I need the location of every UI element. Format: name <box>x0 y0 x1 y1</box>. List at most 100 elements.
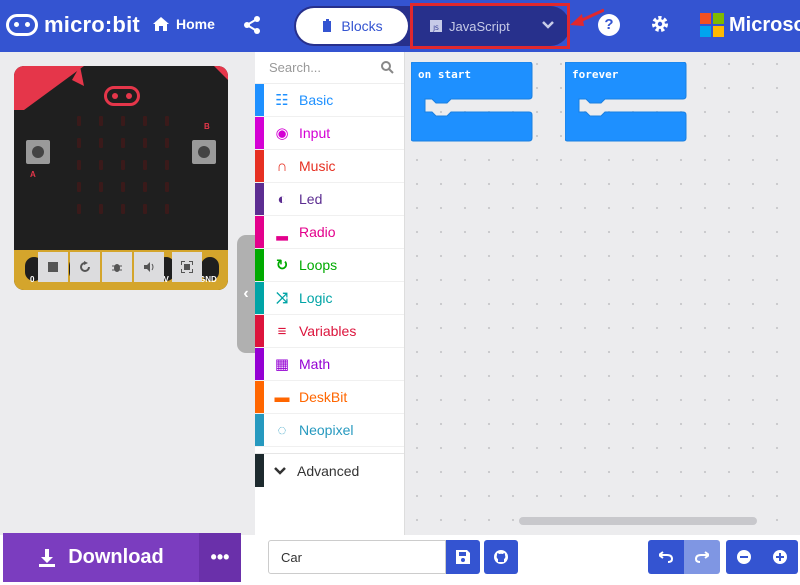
home-label: Home <box>176 16 215 32</box>
gear-icon[interactable] <box>650 14 670 34</box>
blocks-workspace[interactable]: on start forever <box>405 52 800 535</box>
speaker-icon <box>144 262 154 272</box>
category-label: Logic <box>299 290 333 306</box>
microbit-logo[interactable]: micro:bit <box>6 12 140 38</box>
button-a-label: A <box>30 170 36 179</box>
category-deskbit[interactable]: ▬ DeskBit <box>255 381 404 414</box>
led <box>143 182 147 192</box>
restart-icon <box>80 261 90 272</box>
category-color-bar <box>255 315 264 347</box>
grid-icon: ☷ <box>275 92 289 109</box>
category-music[interactable]: ∩ Music <box>255 150 404 183</box>
led <box>143 116 147 126</box>
microsoft-text: Microsoft <box>729 13 800 36</box>
category-input[interactable]: ◉ Input <box>255 117 404 150</box>
button-a[interactable] <box>26 140 50 164</box>
shuffle-icon: ⤨ <box>275 289 288 307</box>
led <box>121 116 125 126</box>
category-label: Neopixel <box>299 422 354 438</box>
category-variables[interactable]: ≡ Variables <box>255 315 404 348</box>
collapse-simulator-button[interactable]: ‹ <box>237 235 255 353</box>
debug-button[interactable] <box>102 252 132 282</box>
led <box>121 138 125 148</box>
category-color-bar <box>255 183 264 215</box>
home-button[interactable]: Home <box>152 16 215 32</box>
zoom-in-button[interactable] <box>762 540 798 574</box>
undo-icon <box>659 551 673 563</box>
restart-button[interactable] <box>70 252 100 282</box>
category-loops[interactable]: ↻ Loops <box>255 249 404 282</box>
logo-text: micro:bit <box>44 12 140 37</box>
led <box>77 116 81 126</box>
category-color-bar <box>255 249 264 281</box>
redo-icon <box>695 551 709 563</box>
led <box>143 204 147 214</box>
led <box>165 160 169 170</box>
category-radio[interactable]: ▂ Radio <box>255 216 404 249</box>
highlight-box <box>410 3 570 49</box>
toolbox-search[interactable]: Search... <box>255 52 404 84</box>
led <box>121 182 125 192</box>
fullscreen-icon <box>181 261 193 273</box>
category-color-bar <box>255 381 264 413</box>
bug-icon <box>112 264 122 272</box>
category-color-bar <box>255 454 264 487</box>
category-label: Input <box>299 125 331 141</box>
list-icon: ≡ <box>277 322 287 340</box>
dotted-circle-icon: ◌ <box>277 421 287 439</box>
button-b[interactable] <box>192 140 216 164</box>
stop-icon <box>48 262 58 272</box>
led <box>143 138 147 148</box>
category-neopixel[interactable]: ◌ Neopixel <box>255 414 404 447</box>
category-label: Loops <box>299 257 338 273</box>
search-input[interactable]: Search... <box>269 60 321 75</box>
blocks-tab[interactable]: Blocks <box>296 8 408 44</box>
mute-button[interactable] <box>134 252 164 282</box>
category-led[interactable]: ◐ Led <box>255 183 404 216</box>
stop-button[interactable] <box>38 252 68 282</box>
category-logic[interactable]: ⤨ Logic <box>255 282 404 315</box>
category-label: Basic <box>299 92 334 108</box>
category-label: Variables <box>299 323 357 339</box>
microsoft-logo-icon <box>700 13 724 37</box>
category-label: DeskBit <box>299 389 348 405</box>
led <box>143 160 147 170</box>
more-options-button[interactable]: ••• <box>199 533 241 582</box>
project-name-input[interactable] <box>268 540 446 574</box>
category-color-bar <box>255 216 264 248</box>
top-menu-bar: micro:bit Home Blocks JS JavaScript ? Mi… <box>0 0 800 52</box>
on-start-block[interactable]: on start <box>410 61 533 147</box>
category-color-bar <box>255 414 264 446</box>
microsoft-brand[interactable]: Microsoft <box>700 13 800 37</box>
help-icon[interactable]: ? <box>598 14 620 36</box>
forever-block[interactable]: forever <box>564 61 687 147</box>
led <box>99 116 103 126</box>
category-label: Led <box>299 191 323 207</box>
simulator-panel: A B 0 1 2 3V GND <box>0 52 255 535</box>
blocks-label: Blocks <box>341 18 383 34</box>
led <box>77 160 81 170</box>
category-advanced[interactable]: Advanced <box>255 453 404 487</box>
category-math[interactable]: ▦ Math <box>255 348 404 381</box>
github-button[interactable] <box>484 540 518 574</box>
headphones-icon: ∩ <box>276 157 288 175</box>
github-icon <box>494 550 508 564</box>
simulator-controls <box>38 252 202 282</box>
led <box>165 182 169 192</box>
home-icon <box>153 17 169 31</box>
share-button[interactable] <box>242 15 262 40</box>
horizontal-scrollbar[interactable] <box>519 517 757 525</box>
zoom-out-button[interactable] <box>726 540 762 574</box>
undo-button[interactable] <box>648 540 684 574</box>
category-list: ☷ Basic ◉ Input ∩ Music ◐ Led ▂ Radio ↻ Loops ⤨ Logic… <box>255 84 404 447</box>
toolbox: Search... ☷ Basic ◉ Input ∩ Music ◐ Led ▂ Radio ↻ L… <box>255 52 405 535</box>
category-basic[interactable]: ☷ Basic <box>255 84 404 117</box>
download-button[interactable]: Download <box>3 533 199 582</box>
fullscreen-button[interactable] <box>172 252 202 282</box>
redo-button[interactable] <box>684 540 720 574</box>
block-label: forever <box>572 68 619 81</box>
save-button[interactable] <box>446 540 480 574</box>
led <box>99 138 103 148</box>
car-icon: ▬ <box>274 388 290 406</box>
microbit-logo-icon <box>6 14 38 36</box>
